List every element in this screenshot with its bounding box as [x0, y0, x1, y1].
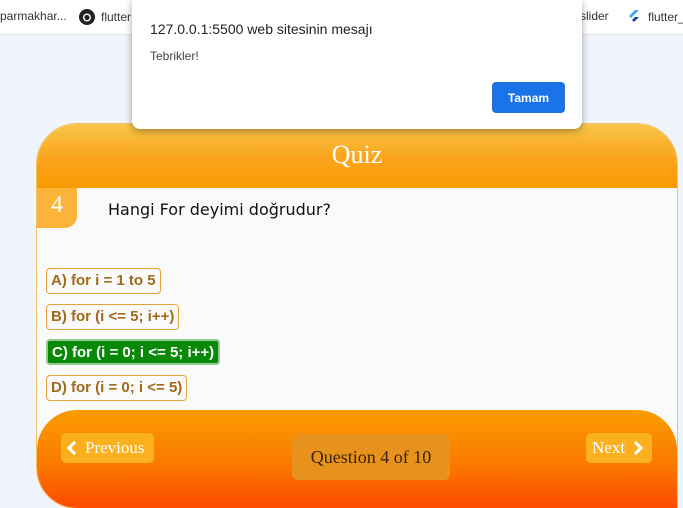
previous-label: Previous: [85, 438, 145, 457]
quiz-header: Quiz: [37, 124, 677, 188]
quiz-footer: Previous Question 4 of 10 Next: [37, 410, 677, 508]
alert-message: Tebrikler!: [150, 49, 199, 63]
option-c[interactable]: C) for (i = 0; i <= 5; i++): [46, 339, 221, 365]
question-number-badge: 4: [37, 188, 77, 228]
bookmark-label: slider: [580, 9, 609, 23]
alert-ok-button[interactable]: Tamam: [492, 82, 565, 113]
quiz-card: Quiz 4 Hangi For deyimi doğrudur? A) for…: [37, 124, 677, 508]
bookmark-slider[interactable]: slider: [580, 9, 609, 23]
bookmark-parmakhar[interactable]: parmakhar...: [0, 9, 67, 23]
bookmark-label: flutter_: [648, 10, 683, 24]
bookmark-label: flutter: [101, 10, 132, 24]
bookmark-flutter[interactable]: flutter_: [626, 9, 683, 25]
bookmark-flutter-github[interactable]: flutter: [79, 9, 131, 25]
next-button[interactable]: Next: [586, 433, 652, 463]
alert-dialog: 127.0.0.1:5500 web sitesinin mesajı Tebr…: [132, 0, 582, 129]
option-b[interactable]: B) for (i <= 5; i++): [46, 304, 180, 330]
previous-button[interactable]: Previous: [61, 433, 154, 463]
flutter-icon: [629, 10, 639, 22]
bookmark-label: parmakhar...: [0, 9, 67, 23]
chevron-right-icon: [633, 441, 644, 455]
question-text: Hangi For deyimi doğrudur?: [108, 200, 331, 219]
alert-title: 127.0.0.1:5500 web sitesinin mesajı: [150, 21, 373, 37]
question-counter: Question 4 of 10: [292, 434, 450, 480]
next-label: Next: [592, 438, 626, 457]
quiz-title: Quiz: [331, 140, 383, 169]
github-icon: [79, 9, 95, 25]
chevron-left-icon: [67, 441, 77, 455]
option-d[interactable]: D) for (i = 0; i <= 5): [46, 375, 188, 401]
option-a[interactable]: A) for i = 1 to 5: [46, 268, 161, 294]
